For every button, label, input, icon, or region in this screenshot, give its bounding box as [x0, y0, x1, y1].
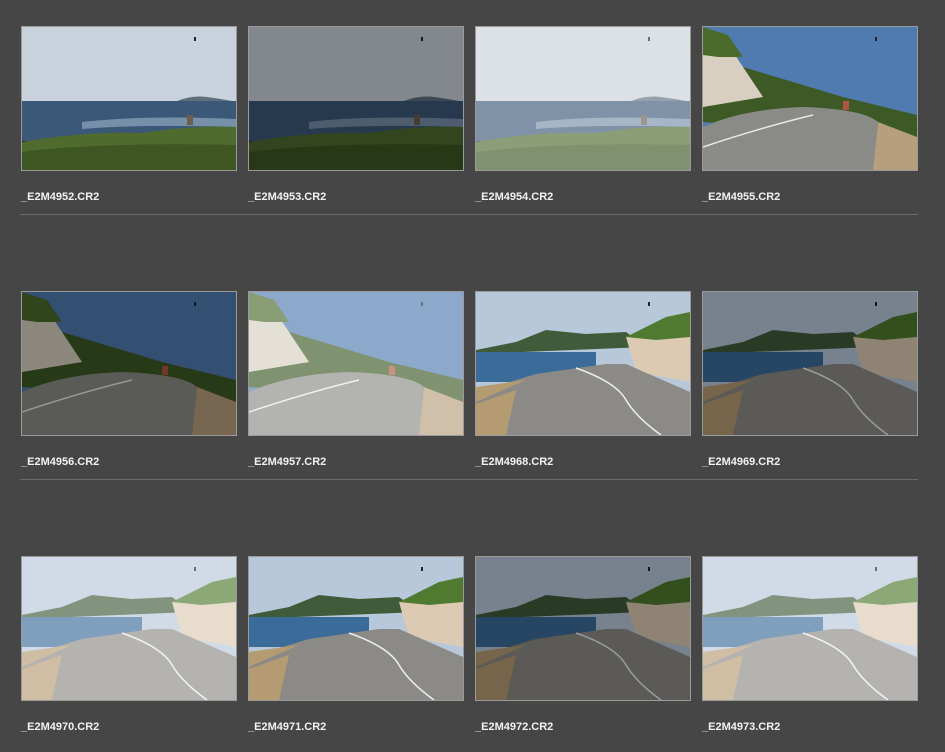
thumbnail-image[interactable]	[248, 291, 464, 436]
thumbnail-filename: _E2M4970.CR2	[21, 721, 100, 733]
thumbnail-image[interactable]	[702, 26, 918, 171]
thumbnail-filename: _E2M4971.CR2	[248, 721, 327, 733]
thumbnail-image[interactable]	[248, 26, 464, 171]
thumbnail-image[interactable]	[475, 556, 691, 701]
thumbnail-image[interactable]	[702, 556, 918, 701]
thumbnail-filename: _E2M4953.CR2	[248, 191, 327, 203]
thumbnail-filename: _E2M4956.CR2	[21, 456, 100, 468]
thumbnail-image[interactable]	[702, 291, 918, 436]
thumbnail-image[interactable]	[248, 556, 464, 701]
thumbnail-filename: _E2M4973.CR2	[702, 721, 781, 733]
thumbnail-image[interactable]	[21, 556, 237, 701]
row-divider	[20, 479, 918, 480]
thumbnail-image[interactable]	[21, 26, 237, 171]
thumbnail-filename: _E2M4968.CR2	[475, 456, 554, 468]
thumbnail-grid: _E2M4952.CR2 _E2M4953.CR2 _E2M4954.CR2 _…	[0, 0, 945, 752]
row-divider	[20, 214, 918, 215]
thumbnail-filename: _E2M4952.CR2	[21, 191, 100, 203]
thumbnail-filename: _E2M4957.CR2	[248, 456, 327, 468]
thumbnail-filename: _E2M4954.CR2	[475, 191, 554, 203]
thumbnail-image[interactable]	[475, 291, 691, 436]
thumbnail-filename: _E2M4955.CR2	[702, 191, 781, 203]
thumbnail-image[interactable]	[475, 26, 691, 171]
thumbnail-filename: _E2M4972.CR2	[475, 721, 554, 733]
thumbnail-filename: _E2M4969.CR2	[702, 456, 781, 468]
thumbnail-image[interactable]	[21, 291, 237, 436]
